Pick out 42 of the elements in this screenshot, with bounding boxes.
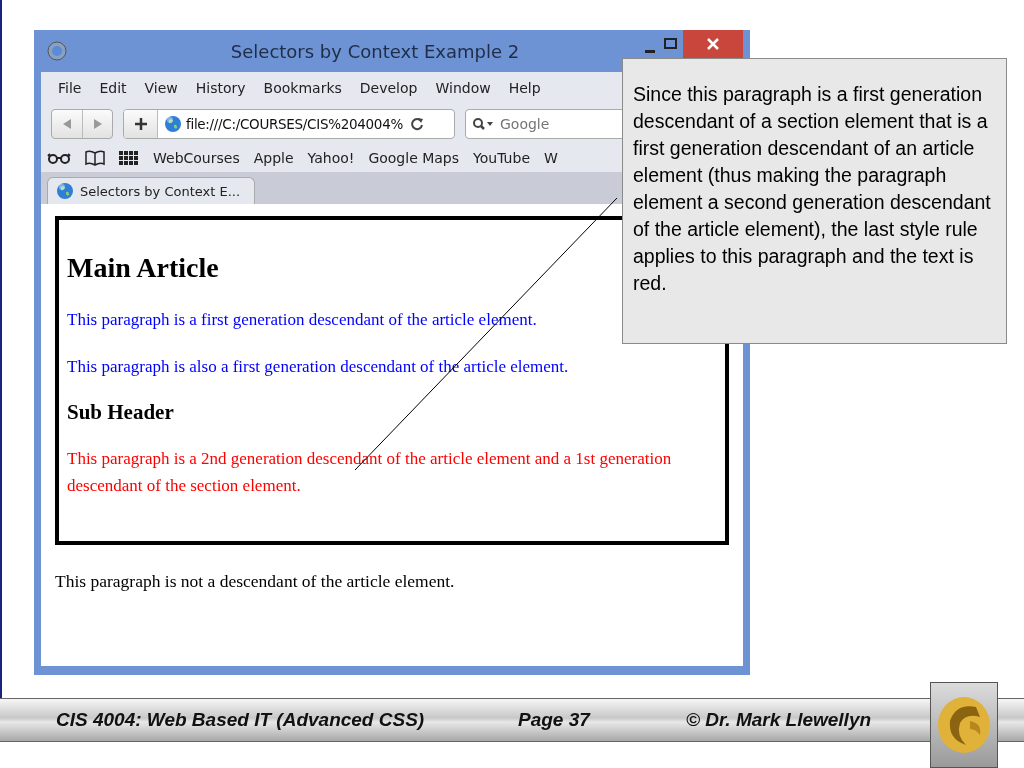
- grid-icon[interactable]: [119, 151, 139, 165]
- menu-item[interactable]: Help: [499, 80, 550, 96]
- globe-icon: [164, 115, 182, 133]
- forward-arrow-icon: [92, 118, 103, 130]
- bookmark-link[interactable]: YouTube: [473, 150, 530, 166]
- menu-item[interactable]: View: [135, 80, 187, 96]
- search-icon: [472, 117, 494, 131]
- page-number: Page 37: [518, 709, 592, 731]
- back-arrow-icon: [62, 118, 72, 130]
- plus-icon: [133, 117, 148, 131]
- close-icon: [706, 37, 720, 51]
- menu-item[interactable]: History: [186, 80, 255, 96]
- reload-icon[interactable]: [409, 116, 425, 132]
- section-heading: Sub Header: [67, 400, 174, 425]
- callout-tooltip: Since this paragraph is a first generation descendant of a section element that is a first generation descendant of an article element (thus making the paragraph element a second generation descendant of the article element), the last style rule applies to this paragraph and the text is red.: [622, 58, 1007, 344]
- close-button[interactable]: [683, 30, 743, 58]
- paragraph: This paragraph is a 2nd generation descendant of the article element and a 1st generation descendant of the section element.: [67, 448, 673, 497]
- paragraph: This paragraph is a first generation descendant of the article element.: [67, 309, 537, 331]
- bookmark-link[interactable]: Yahoo!: [307, 150, 355, 166]
- reading-list-icon[interactable]: [47, 152, 71, 164]
- book-icon[interactable]: [85, 150, 105, 166]
- bookmark-link[interactable]: WebCourses: [153, 150, 240, 166]
- menu-item[interactable]: Bookmarks: [254, 80, 351, 96]
- paragraph: This paragraph is not a descendant of the article element.: [55, 571, 456, 592]
- bookmark-link[interactable]: W: [544, 150, 558, 166]
- menu-item[interactable]: File: [49, 80, 91, 96]
- window-title: Selectors by Context Example 2: [229, 40, 521, 62]
- address-field[interactable]: file:///C:/COURSES/CIS%204004%: [123, 109, 455, 139]
- globe-icon: [56, 182, 74, 200]
- menu-item[interactable]: Window: [426, 80, 500, 96]
- article-heading: Main Article: [67, 252, 219, 284]
- menu-item[interactable]: Develop: [350, 80, 427, 96]
- menu-item[interactable]: Edit: [90, 80, 136, 96]
- bookmark-link[interactable]: Google Maps: [368, 150, 460, 166]
- add-bookmark-button[interactable]: [124, 110, 158, 138]
- course-title: CIS 4004: Web Based IT (Advanced CSS): [56, 709, 426, 731]
- bookmark-link[interactable]: Apple: [253, 150, 294, 166]
- browser-tab[interactable]: Selectors by Context E...: [47, 177, 256, 204]
- browser-logo-icon: [47, 41, 67, 61]
- maximize-icon[interactable]: [663, 36, 679, 52]
- logo-icon: [936, 695, 992, 755]
- author-credit: © Dr. Mark Llewellyn: [686, 709, 872, 731]
